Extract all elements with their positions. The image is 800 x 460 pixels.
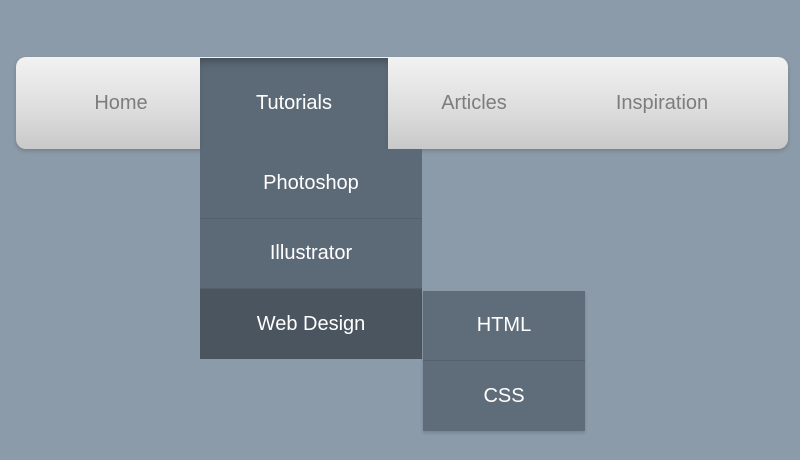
nav-item-home[interactable]: Home	[58, 57, 184, 149]
submenu-item-html[interactable]: HTML	[423, 291, 585, 361]
web-design-submenu: HTML CSS	[423, 291, 585, 431]
menu-item-photoshop[interactable]: Photoshop	[200, 149, 422, 219]
tutorials-dropdown-menu: Photoshop Illustrator Web Design	[200, 149, 422, 359]
nav-item-articles[interactable]: Articles	[416, 57, 532, 149]
nav-item-tutorials[interactable]: Tutorials	[200, 58, 388, 149]
menu-item-web-design[interactable]: Web Design	[200, 289, 422, 359]
main-navigation-bar: Home Tutorials Articles Inspiration	[16, 57, 788, 149]
nav-item-inspiration[interactable]: Inspiration	[596, 57, 728, 149]
menu-item-illustrator[interactable]: Illustrator	[200, 219, 422, 289]
submenu-item-css[interactable]: CSS	[423, 361, 585, 431]
